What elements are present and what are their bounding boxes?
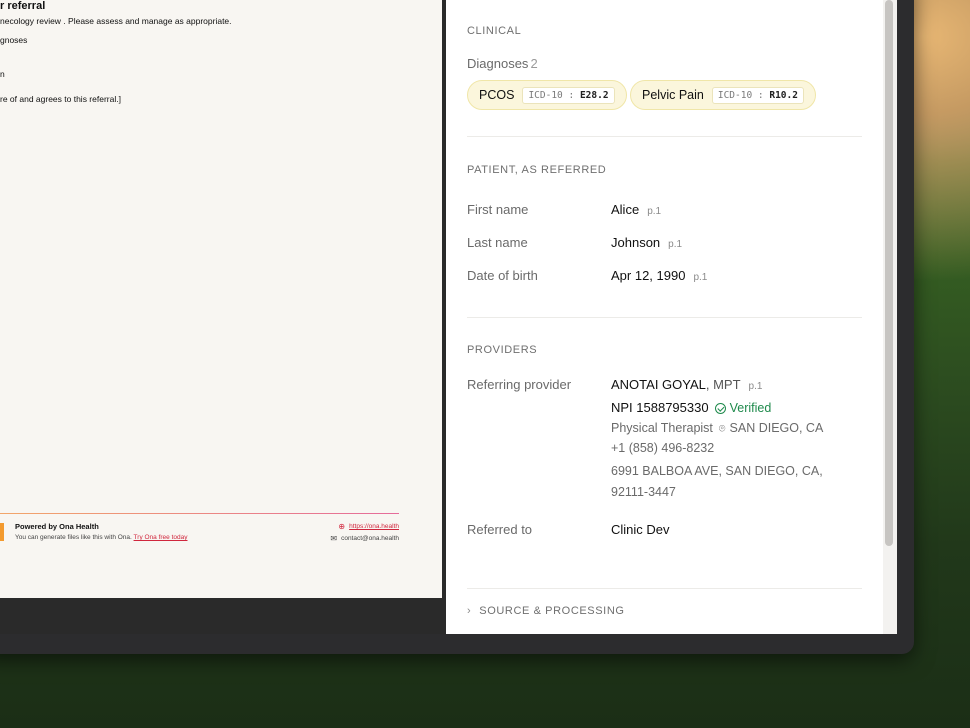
referred-to-value: Clinic Dev <box>611 522 670 537</box>
section-heading-patient: PATIENT, AS REFERRED <box>467 164 607 176</box>
section-heading-clinical: CLINICAL <box>467 25 522 37</box>
page-reference[interactable]: p.1 <box>749 381 763 392</box>
icd-code: E28.2 <box>579 89 609 101</box>
chevron-right-icon: › <box>467 605 472 617</box>
diagnosis-name: Pelvic Pain <box>642 88 704 102</box>
dob-value: Apr 12, 1990 p.1 <box>611 268 707 283</box>
pdf-footer-rule <box>0 513 399 514</box>
app-window: r referral necology review . Please asse… <box>0 0 914 654</box>
pdf-text-line: gnoses <box>0 35 28 45</box>
diagnoses-label: Diagnoses 2 <box>467 56 538 71</box>
provider-address-line1: 6991 BALBOA AVE, SAN DIEGO, CA, <box>611 464 823 478</box>
referring-provider-label: Referring provider <box>467 377 572 392</box>
referral-details-panel: CLINICAL Diagnoses 2 PCOS ICD-10 : E28.2 … <box>446 0 883 634</box>
pdf-text-line: n <box>0 69 5 79</box>
icd-code: R10.2 <box>769 89 798 101</box>
page-reference[interactable]: p.1 <box>668 239 682 250</box>
pdf-text-line: re of and agrees to this referral.] <box>0 94 121 104</box>
pdf-generate-text: You can generate files like this with On… <box>15 534 188 541</box>
diagnoses-label-text: Diagnoses <box>467 56 529 71</box>
location-pin-icon: ⌾ <box>718 423 726 435</box>
npi-number: NPI 1588795330 <box>611 400 709 415</box>
referring-provider-name-row: ANOTAI GOYAL, MPT p.1 <box>611 377 762 392</box>
provider-credential: , MPT <box>705 377 741 392</box>
pdf-generate-label: You can generate files like this with On… <box>15 534 132 541</box>
provider-specialty: Physical Therapist <box>611 421 713 435</box>
icd-code-badge: ICD-10 : R10.2 <box>711 86 804 104</box>
first-name-text: Alice <box>611 202 640 217</box>
section-divider <box>467 588 862 589</box>
last-name-value: Johnson p.1 <box>611 235 682 250</box>
pdf-viewer-background: r referral necology review . Please asse… <box>0 0 446 634</box>
page-reference[interactable]: p.1 <box>693 272 707 283</box>
icd-code-badge: ICD-10 : E28.2 <box>522 86 615 104</box>
first-name-value: Alice p.1 <box>611 202 661 217</box>
icd-system: ICD-10 <box>717 89 753 101</box>
section-heading-providers: PROVIDERS <box>467 344 538 356</box>
section-divider <box>467 136 862 137</box>
diagnoses-count: 2 <box>530 56 538 71</box>
source-processing-toggle[interactable]: › SOURCE & PROCESSING <box>467 605 625 617</box>
verified-badge: Verified <box>714 401 772 415</box>
ona-logo <box>0 523 4 541</box>
pdf-title: r referral <box>0 0 46 12</box>
pdf-page: r referral necology review . Please asse… <box>0 0 442 598</box>
source-processing-label: SOURCE & PROCESSING <box>479 605 625 617</box>
check-circle-icon <box>714 403 726 414</box>
provider-phone: +1 (858) 496-8232 <box>611 441 715 455</box>
diagnosis-chip-pcos[interactable]: PCOS ICD-10 : E28.2 <box>467 80 627 110</box>
pdf-powered-by: Powered by Ona Health <box>15 522 99 531</box>
last-name-text: Johnson <box>611 235 661 250</box>
pdf-url-row[interactable]: ⊕ https://ona.health <box>338 522 399 531</box>
try-ona-link[interactable]: Try Ona free today <box>134 534 188 541</box>
npi-row: NPI 1588795330 Verified <box>611 400 771 415</box>
provider-name: ANOTAI GOYAL <box>611 377 706 392</box>
diagnosis-name: PCOS <box>479 88 515 102</box>
icd-system: ICD-10 <box>528 89 563 101</box>
pdf-url-link[interactable]: https://ona.health <box>349 523 399 530</box>
provider-address-line2: 92111-3447 <box>611 485 676 499</box>
window-frame: r referral necology review . Please asse… <box>0 0 897 634</box>
referred-to-label: Referred to <box>467 522 533 537</box>
mail-icon: ✉ <box>330 534 338 543</box>
section-divider <box>467 317 862 318</box>
first-name-label: First name <box>467 202 529 217</box>
panel-scrollbar-thumb[interactable] <box>885 0 893 546</box>
pdf-text-line: necology review . Please assess and mana… <box>0 16 232 26</box>
specialty-row: Physical Therapist ⌾ SAN DIEGO, CA <box>611 421 823 436</box>
dob-text: Apr 12, 1990 <box>611 268 686 283</box>
diagnosis-chip-pelvic-pain[interactable]: Pelvic Pain ICD-10 : R10.2 <box>630 80 816 110</box>
dob-label: Date of birth <box>467 268 538 283</box>
provider-location: SAN DIEGO, CA <box>729 421 824 435</box>
pdf-email: contact@ona.health <box>341 535 399 543</box>
globe-icon: ⊕ <box>338 522 346 531</box>
page-reference[interactable]: p.1 <box>647 206 661 217</box>
pdf-email-row: ✉ contact@ona.health <box>330 534 399 543</box>
last-name-label: Last name <box>467 235 528 250</box>
verified-text: Verified <box>729 401 772 415</box>
